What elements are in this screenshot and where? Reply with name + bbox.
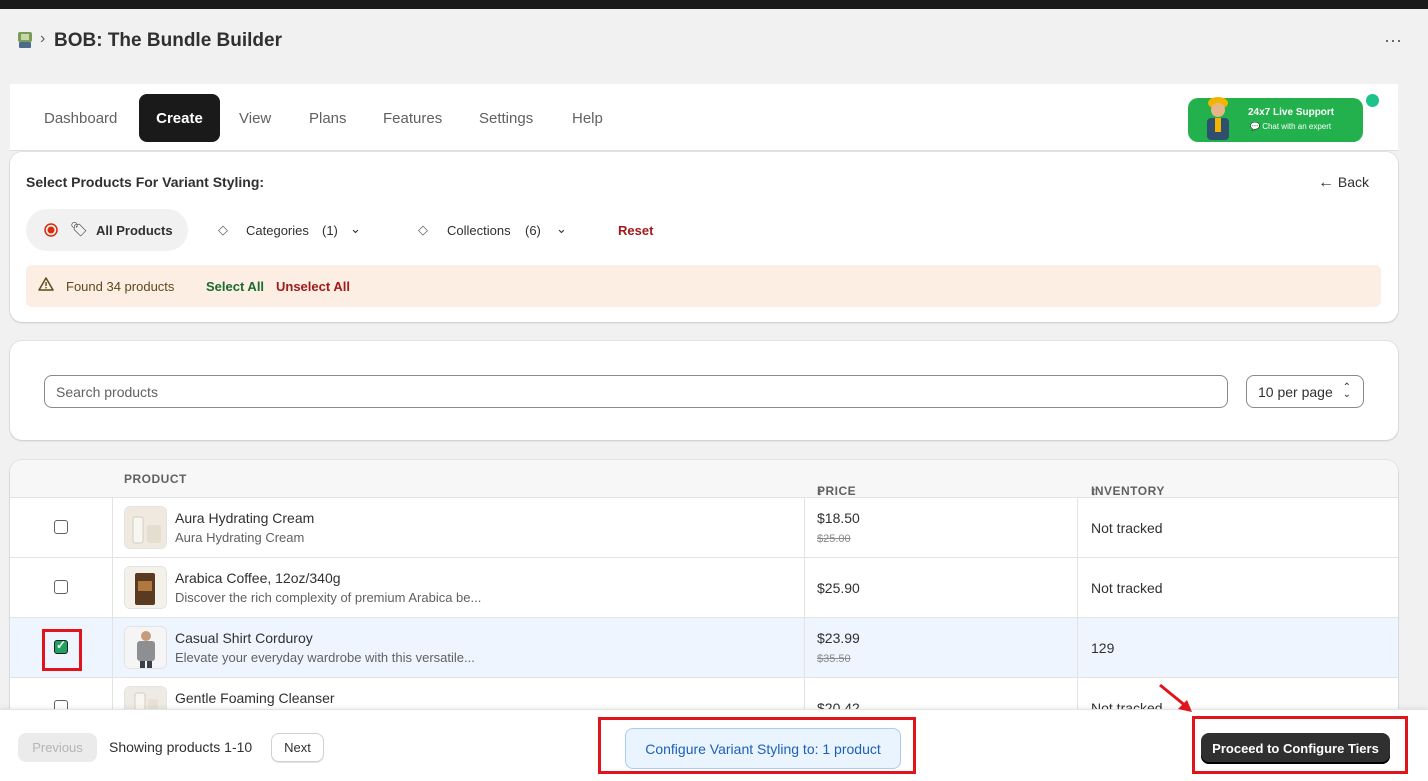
tab-dashboard[interactable]: Dashboard <box>28 94 133 142</box>
tab-create[interactable]: Create <box>139 94 220 142</box>
tag-icon: 🏷 <box>70 221 88 237</box>
column-header-product[interactable]: PRODUCT <box>124 472 187 486</box>
table-row[interactable]: Aura Hydrating Cream Aura Hydrating Crea… <box>10 498 1398 558</box>
product-inventory: Not tracked <box>1091 580 1163 596</box>
annotation-arrow-icon <box>1159 683 1192 712</box>
product-price: $25.90 <box>817 580 860 596</box>
breadcrumb-separator: › <box>40 30 46 47</box>
tab-features[interactable]: Features <box>367 94 458 142</box>
row-checkbox[interactable] <box>54 638 68 654</box>
table-row[interactable]: Arabica Coffee, 12oz/340g Discover the r… <box>10 558 1398 618</box>
product-selection-card: Select Products For Variant Styling: ← B… <box>10 152 1398 322</box>
unselect-all-button[interactable]: Unselect All <box>276 279 350 294</box>
proceed-to-configure-tiers-button[interactable]: Proceed to Configure Tiers <box>1201 733 1390 764</box>
nav-bar: Dashboard Create View Plans Features Set… <box>10 84 1398 150</box>
tab-help[interactable]: Help <box>556 94 619 142</box>
previous-page-button[interactable]: Previous <box>18 733 97 762</box>
tab-settings[interactable]: Settings <box>463 94 549 142</box>
sort-icon: ↕ <box>817 484 824 498</box>
pagination-status: Showing products 1-10 <box>109 739 253 755</box>
search-input[interactable] <box>44 375 1228 408</box>
selection-title: Select Products For Variant Styling: <box>26 174 265 190</box>
row-checkbox[interactable] <box>54 520 68 534</box>
row-checkbox[interactable] <box>54 580 68 594</box>
support-title: 24x7 Live Support <box>1248 107 1335 118</box>
table-row[interactable]: Casual Shirt Corduroy Elevate your every… <box>10 618 1398 678</box>
product-name: Aura Hydrating Cream <box>175 510 315 526</box>
per-page-select[interactable]: 10 per page ⌃ ⌄ <box>1246 375 1364 408</box>
support-subtitle: 💬 Chat with an expert <box>1250 122 1332 131</box>
table-header: PRODUCT PRICE ↕ INVENTORY ↕ <box>10 460 1398 498</box>
support-agent-icon <box>1207 97 1229 140</box>
tab-plans[interactable]: Plans <box>293 94 363 142</box>
compare-at-price: $35.50 <box>817 653 851 665</box>
product-inventory: Not tracked <box>1091 520 1163 536</box>
next-page-button[interactable]: Next <box>271 733 324 762</box>
filter-collections[interactable]: ◇ Collections (6) ⌄ <box>406 209 586 251</box>
product-name: Casual Shirt Corduroy <box>175 630 313 646</box>
found-count-text: Found 34 products <box>66 279 175 294</box>
warning-icon <box>38 277 54 291</box>
filter-all-products[interactable]: 🏷 All Products <box>26 209 188 251</box>
online-status-dot <box>1366 94 1379 107</box>
chevron-down-icon: ⌄ <box>556 221 567 236</box>
product-description: Discover the rich complexity of premium … <box>175 590 482 605</box>
chevron-down-icon: ⌄ <box>350 221 361 236</box>
app-logo-icon[interactable] <box>16 31 34 49</box>
live-support-button[interactable]: 24x7 Live Support 💬 Chat with an expert <box>1188 97 1363 142</box>
action-footer: Previous Showing products 1-10 Next Conf… <box>0 709 1428 781</box>
radio-selected-icon <box>44 223 58 237</box>
back-button[interactable]: ← Back <box>1318 174 1369 192</box>
reset-button[interactable]: Reset <box>618 223 653 238</box>
product-thumbnail <box>124 566 167 609</box>
filter-categories[interactable]: ◇ Categories (1) ⌄ <box>206 209 376 251</box>
tag-icon: ◇ <box>218 222 228 237</box>
product-inventory: 129 <box>1091 640 1115 656</box>
arrow-left-icon: ← <box>1318 174 1334 191</box>
window-top-strip <box>0 0 1428 9</box>
select-all-button[interactable]: Select All <box>206 279 264 294</box>
configure-variant-styling-button[interactable]: Configure Variant Styling to: 1 product <box>625 728 901 769</box>
tag-icon: ◇ <box>418 222 428 237</box>
product-thumbnail <box>124 506 167 549</box>
product-price: $18.50 <box>817 510 860 526</box>
products-found-banner: Found 34 products Select All Unselect Al… <box>26 265 1381 307</box>
product-thumbnail <box>124 626 167 669</box>
sort-icon: ↕ <box>1091 484 1098 498</box>
compare-at-price: $25.00 <box>817 533 851 545</box>
product-price: $23.99 <box>817 630 860 646</box>
product-name: Gentle Foaming Cleanser <box>175 690 335 706</box>
tab-view[interactable]: View <box>223 94 287 142</box>
product-name: Arabica Coffee, 12oz/340g <box>175 570 341 586</box>
app-header: › BOB: The Bundle Builder ⋯ <box>0 9 1428 73</box>
app-title: BOB: The Bundle Builder <box>54 30 282 51</box>
product-description: Aura Hydrating Cream <box>175 530 305 545</box>
more-actions-icon[interactable]: ⋯ <box>1384 31 1403 52</box>
select-arrows-icon: ⌃ ⌄ <box>1342 382 1351 400</box>
product-description: Elevate your everyday wardrobe with this… <box>175 650 475 665</box>
search-card: 10 per page ⌃⌄ <box>10 341 1398 440</box>
